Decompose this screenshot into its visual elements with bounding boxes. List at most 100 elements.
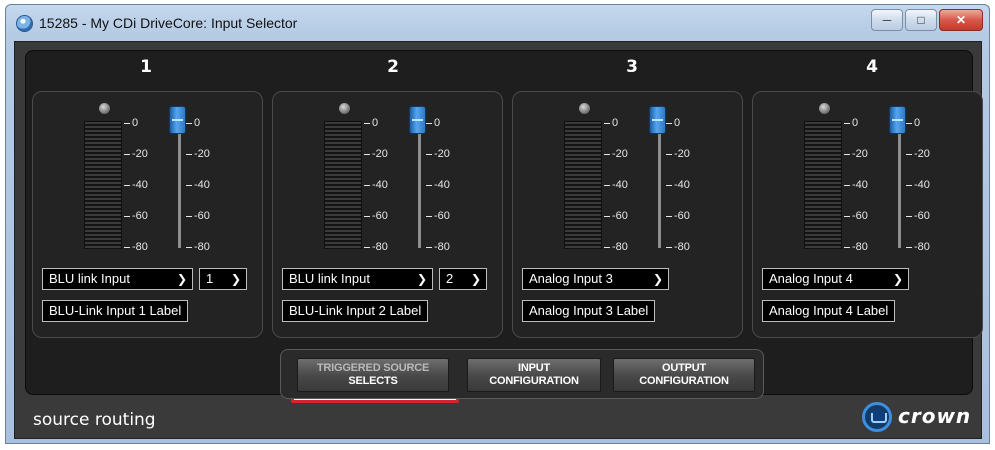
meter-mark: -60 [132, 210, 148, 222]
fader-mark: 0 [674, 117, 681, 129]
fader-mark: 0 [194, 117, 201, 129]
maximize-button[interactable]: □ [905, 9, 937, 31]
fader-handle[interactable] [889, 106, 906, 134]
link-number-value: 1 [206, 271, 214, 286]
fader-mark: -80 [914, 241, 930, 253]
source-select[interactable]: BLU link Input ❯ [282, 268, 433, 290]
output-button-line1: OUTPUT [661, 362, 707, 374]
meter-mark: 0 [132, 117, 139, 129]
channel-2-panel: 0 -20 -40 -60 -80 0 -20 -40 -60 -80 BLU … [272, 91, 503, 338]
meter-mark: -20 [852, 148, 868, 160]
source-select[interactable]: Analog Input 4 ❯ [762, 268, 909, 290]
fader-handle[interactable] [169, 106, 186, 134]
app-window: 15285 - My CDi DriveCore: Input Selector… [5, 4, 990, 444]
chevron-down-icon: ❯ [230, 272, 241, 286]
meter-mark: -80 [852, 241, 868, 253]
chevron-down-icon: ❯ [176, 272, 187, 286]
fader-mark: -80 [194, 241, 210, 253]
fader-mark: -80 [434, 241, 450, 253]
fader-mark: -60 [674, 210, 690, 222]
fader-mark: -20 [674, 148, 690, 160]
fader-mark: -40 [434, 179, 450, 191]
app-icon [16, 15, 33, 32]
triggered-button-line2: SELECTS [348, 375, 398, 387]
input-configuration-button[interactable]: INPUT CONFIGURATION [467, 358, 601, 392]
fader-track [898, 116, 901, 248]
level-meter [324, 121, 362, 249]
meter-mark: 0 [852, 117, 859, 129]
meter-mark: -20 [612, 148, 628, 160]
meter-mark: -80 [372, 241, 388, 253]
fader-mark: -40 [194, 179, 210, 191]
meter-mark: 0 [612, 117, 619, 129]
input-label-field[interactable]: Analog Input 4 Label [762, 300, 896, 322]
meter-mark: -40 [852, 179, 868, 191]
fader-track [418, 116, 421, 248]
fader-track [178, 116, 181, 248]
title-bar[interactable]: 15285 - My CDi DriveCore: Input Selector… [6, 5, 989, 41]
link-number-value: 2 [446, 271, 454, 286]
minimize-button[interactable]: ─ [871, 9, 903, 31]
channel-3-number: 3 [626, 57, 638, 77]
client-area: 1 0 -20 -40 -60 -80 0 -20 -40 -60 -80 BL… [14, 41, 983, 439]
chevron-down-icon: ❯ [652, 272, 663, 286]
meter-mark: 0 [372, 117, 379, 129]
channel-2-number: 2 [387, 57, 399, 77]
chevron-down-icon: ❯ [470, 272, 481, 286]
meter-mark: -40 [612, 179, 628, 191]
output-button-line2: CONFIGURATION [639, 375, 729, 387]
fader-handle[interactable] [649, 106, 666, 134]
clip-indicator [339, 103, 350, 114]
brand-name: crown [898, 404, 972, 428]
output-configuration-button[interactable]: OUTPUT CONFIGURATION [613, 358, 755, 392]
source-select[interactable]: Analog Input 3 ❯ [522, 268, 669, 290]
source-select-value: Analog Input 4 [769, 271, 853, 286]
level-meter [804, 121, 842, 249]
meter-mark: -40 [372, 179, 388, 191]
crown-logo: crown [862, 402, 977, 434]
fader-mark: -60 [914, 210, 930, 222]
meter-mark: -60 [372, 210, 388, 222]
channels-area: 1 0 -20 -40 -60 -80 0 -20 -40 -60 -80 BL… [25, 50, 983, 403]
meter-mark: -80 [132, 241, 148, 253]
channel-4-number: 4 [866, 57, 878, 77]
source-select[interactable]: BLU link Input ❯ [42, 268, 193, 290]
input-button-line2: CONFIGURATION [489, 375, 579, 387]
close-icon: ✕ [955, 13, 967, 27]
clip-indicator [579, 103, 590, 114]
chevron-down-icon: ❯ [892, 272, 903, 286]
configuration-button-group: TRIGGERED SOURCE SELECTS INPUT CONFIGURA… [280, 349, 764, 399]
fader-mark: -20 [914, 148, 930, 160]
meter-mark: -20 [372, 148, 388, 160]
channel-1-panel: 0 -20 -40 -60 -80 0 -20 -40 -60 -80 BLU … [32, 91, 263, 338]
window-controls: ─ □ ✕ [871, 9, 983, 31]
link-number-select[interactable]: 1 ❯ [199, 268, 247, 290]
source-select-value: Analog Input 3 [529, 271, 613, 286]
fader-handle[interactable] [409, 106, 426, 134]
input-label-field[interactable]: BLU-Link Input 2 Label [282, 300, 429, 322]
channel-3-panel: 0 -20 -40 -60 -80 0 -20 -40 -60 -80 Anal… [512, 91, 743, 338]
fader-mark: -20 [194, 148, 210, 160]
fader-mark: 0 [914, 117, 921, 129]
meter-mark: -20 [132, 148, 148, 160]
section-title: source routing [33, 410, 156, 430]
input-label-field[interactable]: Analog Input 3 Label [522, 300, 656, 322]
link-number-select[interactable]: 2 ❯ [439, 268, 487, 290]
source-select-value: BLU link Input [49, 271, 130, 286]
clip-indicator [99, 103, 110, 114]
fader-mark: -80 [674, 241, 690, 253]
triggered-source-selects-button[interactable]: TRIGGERED SOURCE SELECTS [297, 358, 449, 392]
fader-mark: -40 [914, 179, 930, 191]
fader-mark: -20 [434, 148, 450, 160]
input-label-field[interactable]: BLU-Link Input 1 Label [42, 300, 189, 322]
close-button[interactable]: ✕ [939, 9, 983, 31]
fader-mark: -40 [674, 179, 690, 191]
meter-mark: -80 [612, 241, 628, 253]
level-meter [84, 121, 122, 249]
meter-mark: -40 [132, 179, 148, 191]
clip-indicator [819, 103, 830, 114]
triggered-button-line1: TRIGGERED SOURCE [316, 362, 430, 374]
window-title: 15285 - My CDi DriveCore: Input Selector [39, 15, 298, 31]
chevron-down-icon: ❯ [416, 272, 427, 286]
meter-mark: -60 [612, 210, 628, 222]
